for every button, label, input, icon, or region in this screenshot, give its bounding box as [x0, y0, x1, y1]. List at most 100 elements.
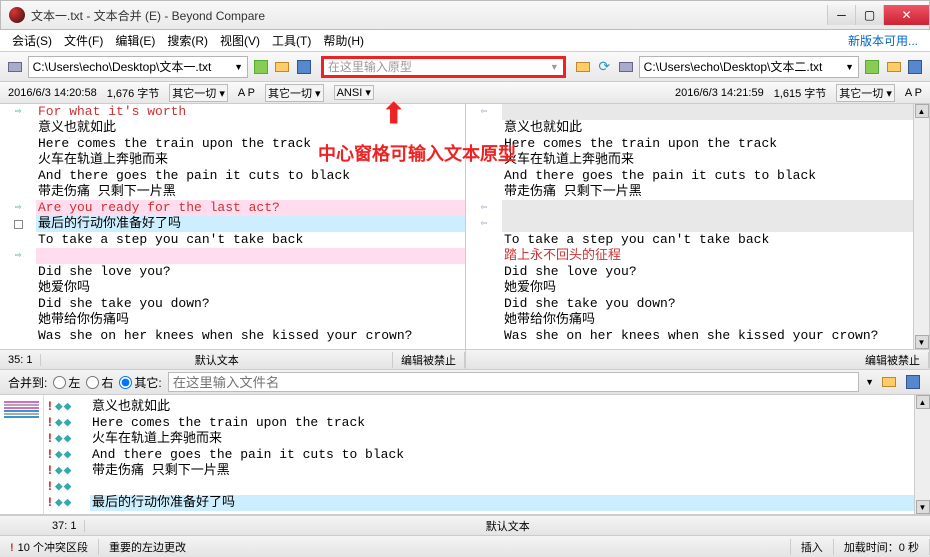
- chevron-down-icon[interactable]: ▼: [865, 377, 874, 387]
- left-save-icon[interactable]: [295, 58, 313, 76]
- text-line[interactable]: [502, 104, 913, 120]
- conflict-icon: !: [46, 479, 54, 495]
- diamond-icon: ◆: [64, 447, 72, 463]
- left-path-input[interactable]: C:\Users\echo\Desktop\文本一.txt ▼: [28, 56, 248, 78]
- center-encoding[interactable]: ANSI ▾: [334, 85, 374, 100]
- scroll-down-icon[interactable]: ▼: [915, 335, 929, 349]
- maximize-button[interactable]: ▢: [855, 5, 883, 25]
- right-bytes: 1,615 字节: [774, 85, 827, 101]
- diamond-icon: ◆: [55, 495, 63, 511]
- merge-save-icon[interactable]: [904, 373, 922, 391]
- arrow-left-icon[interactable]: ⇦: [481, 200, 488, 216]
- stats-bar: 2016/6/3 14:20:58 1,676 字节 其它一切 ▾ A P 其它…: [0, 82, 930, 104]
- right-path-text: C:\Users\echo\Desktop\文本二.txt: [644, 58, 823, 75]
- close-button[interactable]: ✕: [883, 5, 929, 25]
- merge-scrollbar[interactable]: ▲ ▼: [914, 395, 930, 514]
- merge-radio-left[interactable]: 左: [53, 374, 80, 391]
- annotation-arrow-icon: ⬆: [382, 97, 405, 130]
- text-line[interactable]: Here comes the train upon the track: [90, 415, 914, 431]
- arrow-left-icon[interactable]: ⇦: [481, 104, 488, 120]
- menu-help[interactable]: 帮助(H): [317, 30, 370, 51]
- refresh-icon[interactable]: ⟳: [595, 58, 613, 76]
- text-line[interactable]: 她爱你吗: [36, 280, 465, 296]
- merge-text-area[interactable]: !◆◆意义也就如此!◆◆Here comes the train upon th…: [44, 395, 914, 514]
- text-line[interactable]: 她爱你吗: [502, 280, 913, 296]
- text-line[interactable]: Here comes the train upon the track: [502, 136, 913, 152]
- left-green-icon[interactable]: [252, 58, 270, 76]
- text-line[interactable]: 带走伤痛 只剩下一片黑: [90, 463, 914, 479]
- center-prototype-input[interactable]: 在这里输入原型 ▼: [321, 56, 566, 78]
- right-path-input[interactable]: C:\Users\echo\Desktop\文本二.txt ▼: [639, 56, 859, 78]
- text-line[interactable]: 火车在轨道上奔驰而来: [90, 431, 914, 447]
- text-line[interactable]: 意义也就如此: [90, 399, 914, 415]
- merge-radio-other[interactable]: 其它:: [119, 374, 161, 391]
- merge-open-icon[interactable]: [880, 373, 898, 391]
- left-filter[interactable]: 其它一切 ▾: [169, 84, 228, 102]
- conflict-icon: !: [46, 463, 54, 479]
- right-open-icon[interactable]: [885, 58, 903, 76]
- right-text-area[interactable]: ⇦ 意义也就如此Here comes the train upon the tra…: [466, 104, 913, 349]
- center-filter[interactable]: 其它一切 ▾: [265, 84, 324, 102]
- text-line[interactable]: [502, 216, 913, 232]
- text-line[interactable]: Did she love you?: [36, 264, 465, 280]
- menu-search[interactable]: 搜索(R): [161, 30, 214, 51]
- text-line[interactable]: [502, 200, 913, 216]
- text-line[interactable]: Was she on her knees when she kissed you…: [36, 328, 465, 344]
- text-line[interactable]: 最后的行动你准备好了吗: [90, 495, 914, 511]
- text-line[interactable]: Did she love you?: [502, 264, 913, 280]
- text-line[interactable]: [90, 479, 914, 495]
- text-line[interactable]: And there goes the pain it cuts to black: [36, 168, 465, 184]
- text-line[interactable]: And there goes the pain it cuts to black: [502, 168, 913, 184]
- text-line[interactable]: Are you ready for the last act?: [36, 200, 465, 216]
- menu-file[interactable]: 文件(F): [58, 30, 109, 51]
- right-filter[interactable]: 其它一切 ▾: [836, 84, 895, 102]
- text-line[interactable]: 带走伤痛 只剩下一片黑: [502, 184, 913, 200]
- text-line[interactable]: 她带给你伤痛吗: [36, 312, 465, 328]
- chevron-down-icon[interactable]: ▼: [845, 62, 854, 72]
- text-line[interactable]: 踏上永不回头的征程: [502, 248, 913, 264]
- disk-icon: [6, 58, 24, 76]
- menu-view[interactable]: 视图(V): [214, 30, 266, 51]
- text-line[interactable]: To take a step you can't take back: [36, 232, 465, 248]
- text-line[interactable]: 意义也就如此: [502, 120, 913, 136]
- right-save-icon[interactable]: [906, 58, 924, 76]
- chevron-down-icon[interactable]: ▼: [550, 62, 559, 72]
- arrow-right-icon[interactable]: ⇨: [15, 104, 22, 120]
- thumbnail-overview[interactable]: [0, 395, 44, 514]
- text-line[interactable]: 带走伤痛 只剩下一片黑: [36, 184, 465, 200]
- right-date: 2016/6/3 14:21:59: [675, 87, 764, 99]
- center-open-icon[interactable]: [574, 58, 592, 76]
- text-line[interactable]: Was she on her knees when she kissed you…: [502, 328, 913, 344]
- arrow-right-icon[interactable]: ⇨: [15, 200, 22, 216]
- merge-filename-input[interactable]: [168, 372, 859, 392]
- menu-edit[interactable]: 编辑(E): [109, 30, 161, 51]
- text-line[interactable]: Did she take you down?: [502, 296, 913, 312]
- scroll-up-icon[interactable]: ▲: [915, 104, 929, 118]
- diamond-icon: ◆: [55, 479, 63, 495]
- annotation-text: 中心窗格可输入文本原型: [318, 140, 516, 166]
- text-line[interactable]: To take a step you can't take back: [502, 232, 913, 248]
- arrow-right-icon[interactable]: ⇨: [15, 248, 22, 264]
- left-open-icon[interactable]: [274, 58, 292, 76]
- chevron-down-icon[interactable]: ▼: [234, 62, 243, 72]
- text-line[interactable]: And there goes the pain it cuts to black: [90, 447, 914, 463]
- right-green-icon[interactable]: [863, 58, 881, 76]
- scroll-up-icon[interactable]: ▲: [916, 395, 930, 409]
- left-edit-state: 编辑被禁止: [393, 352, 465, 368]
- marker-icon[interactable]: [14, 220, 23, 229]
- text-line[interactable]: 最后的行动你准备好了吗: [36, 216, 465, 232]
- window-title: 文本一.txt - 文本合并 (E) - Beyond Compare: [31, 7, 827, 24]
- minimize-button[interactable]: ─: [827, 5, 855, 25]
- menu-tools[interactable]: 工具(T): [266, 30, 317, 51]
- update-link[interactable]: 新版本可用...: [842, 30, 924, 51]
- vertical-scrollbar[interactable]: ▲ ▼: [913, 104, 929, 349]
- text-line[interactable]: 她带给你伤痛吗: [502, 312, 913, 328]
- merge-radio-right[interactable]: 右: [86, 374, 113, 391]
- status-insert: 插入: [791, 539, 834, 555]
- text-line[interactable]: 火车在轨道上奔驰而来: [502, 152, 913, 168]
- text-line[interactable]: Did she take you down?: [36, 296, 465, 312]
- arrow-left-icon[interactable]: ⇦: [481, 216, 488, 232]
- text-line[interactable]: [36, 248, 465, 264]
- menu-session[interactable]: 会话(S): [6, 30, 58, 51]
- scroll-down-icon[interactable]: ▼: [916, 500, 930, 514]
